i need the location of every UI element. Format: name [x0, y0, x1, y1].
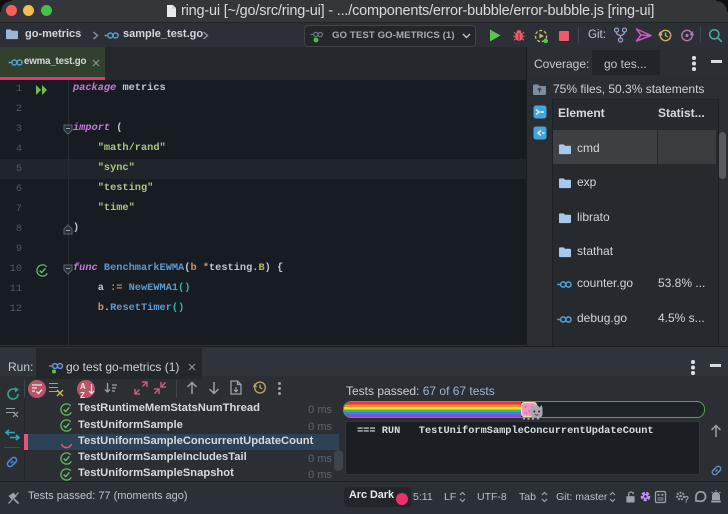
svg-text:?: ? [684, 495, 689, 505]
